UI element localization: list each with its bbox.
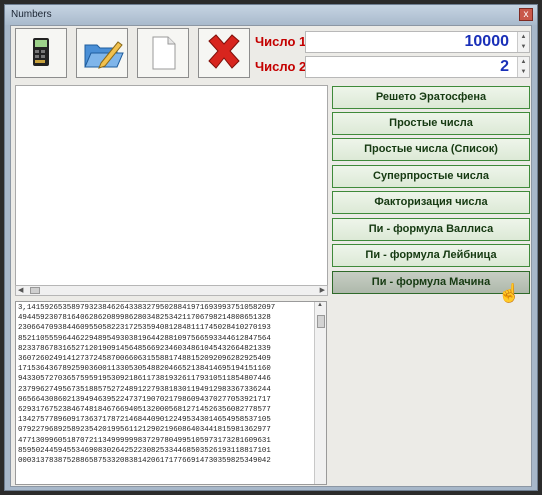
new-document-icon: [152, 36, 176, 70]
app-window: Numbers x Число 1: 10000 ▲ ▼ Число 2: 2 …: [4, 4, 538, 491]
output-line: 2306647093844609550582231725359408128481…: [18, 324, 271, 333]
pi-leibniz-button[interactable]: Пи - формула Лейбница: [332, 244, 530, 267]
delete-icon: [208, 34, 240, 69]
close-icon[interactable]: x: [519, 8, 533, 21]
output-line: 9433057270365759591953092186117381932611…: [18, 375, 271, 384]
open-button[interactable]: [76, 28, 128, 78]
window-title: Numbers: [11, 9, 52, 20]
output-line: 2379962749567351885752724891227938183011…: [18, 385, 271, 394]
output-line: 6293176752384674818467669405132000568127…: [18, 406, 271, 415]
output-line: 3607260249141273724587006606315588174881…: [18, 355, 271, 364]
primes-list-button[interactable]: Простые числа (Список): [332, 138, 530, 161]
pi-wallis-button[interactable]: Пи - формула Валлиса: [332, 218, 530, 241]
output-line: 1715364367892590360011330530548820466521…: [18, 365, 271, 374]
hand-cursor-icon: ☝: [498, 283, 521, 303]
calculator-button[interactable]: [15, 28, 67, 78]
horizontal-scrollbar[interactable]: ◀ ▶: [15, 285, 328, 296]
number2-label: Число 2:: [255, 59, 311, 74]
new-button[interactable]: [137, 28, 189, 78]
output-textbox[interactable]: 3,14159265358979323846264338327950288419…: [15, 301, 327, 485]
sieve-eratosthenes-button[interactable]: Решето Эратосфена: [332, 86, 530, 109]
number1-label: Число 1:: [255, 34, 311, 49]
number1-spinner[interactable]: ▲ ▼: [517, 32, 529, 52]
output-line: 1342757789609173637178721468440901224953…: [18, 416, 271, 425]
primes-button[interactable]: Простые числа: [332, 112, 530, 135]
output-line: 4771309960518707211349999998372978049951…: [18, 436, 271, 445]
output-text: 3,14159265358979323846264338327950288419…: [18, 303, 311, 466]
scroll-right-icon[interactable]: ▶: [320, 286, 325, 295]
output-line: 0656643086021394946395224737190702179860…: [18, 395, 271, 404]
scroll-thumb-vertical[interactable]: [317, 315, 325, 328]
scroll-up-icon[interactable]: ▲: [317, 302, 323, 308]
output-line: 0792279689258923542019956112129021960864…: [18, 426, 271, 435]
output-line: 4944592307816406286208998628034825342117…: [18, 314, 271, 323]
open-folder-icon: [84, 41, 124, 69]
output-line: 8233786783165271201909145648566923460348…: [18, 344, 271, 353]
superprimes-button[interactable]: Суперпростые числа: [332, 165, 530, 188]
number2-field[interactable]: 2 ▲ ▼: [305, 56, 530, 78]
factorization-button[interactable]: Факторизация числа: [332, 191, 530, 214]
drawing-area[interactable]: [15, 85, 328, 289]
scroll-left-icon[interactable]: ◀: [18, 286, 23, 295]
output-line: 3,14159265358979323846264338327950288419…: [18, 304, 276, 312]
number2-spinner[interactable]: ▲ ▼: [517, 57, 529, 77]
scroll-thumb[interactable]: [30, 287, 40, 294]
number2-value: 2: [500, 58, 509, 75]
output-line: 0003137838752886587533208381420617177669…: [18, 457, 271, 466]
output-line: 8595024459455346908302642522308253344685…: [18, 446, 271, 455]
number1-field[interactable]: 10000 ▲ ▼: [305, 31, 530, 53]
output-line: 8521105559644622948954930381964428810975…: [18, 334, 271, 343]
calculator-icon: [33, 38, 49, 66]
vertical-scrollbar[interactable]: ▲: [314, 302, 326, 484]
client-area: Число 1: 10000 ▲ ▼ Число 2: 2 ▲ ▼ ◀ ▶ Реше…: [10, 25, 532, 487]
title-bar[interactable]: Numbers x: [5, 5, 537, 25]
delete-button[interactable]: [198, 28, 250, 78]
number1-value: 10000: [464, 33, 510, 50]
